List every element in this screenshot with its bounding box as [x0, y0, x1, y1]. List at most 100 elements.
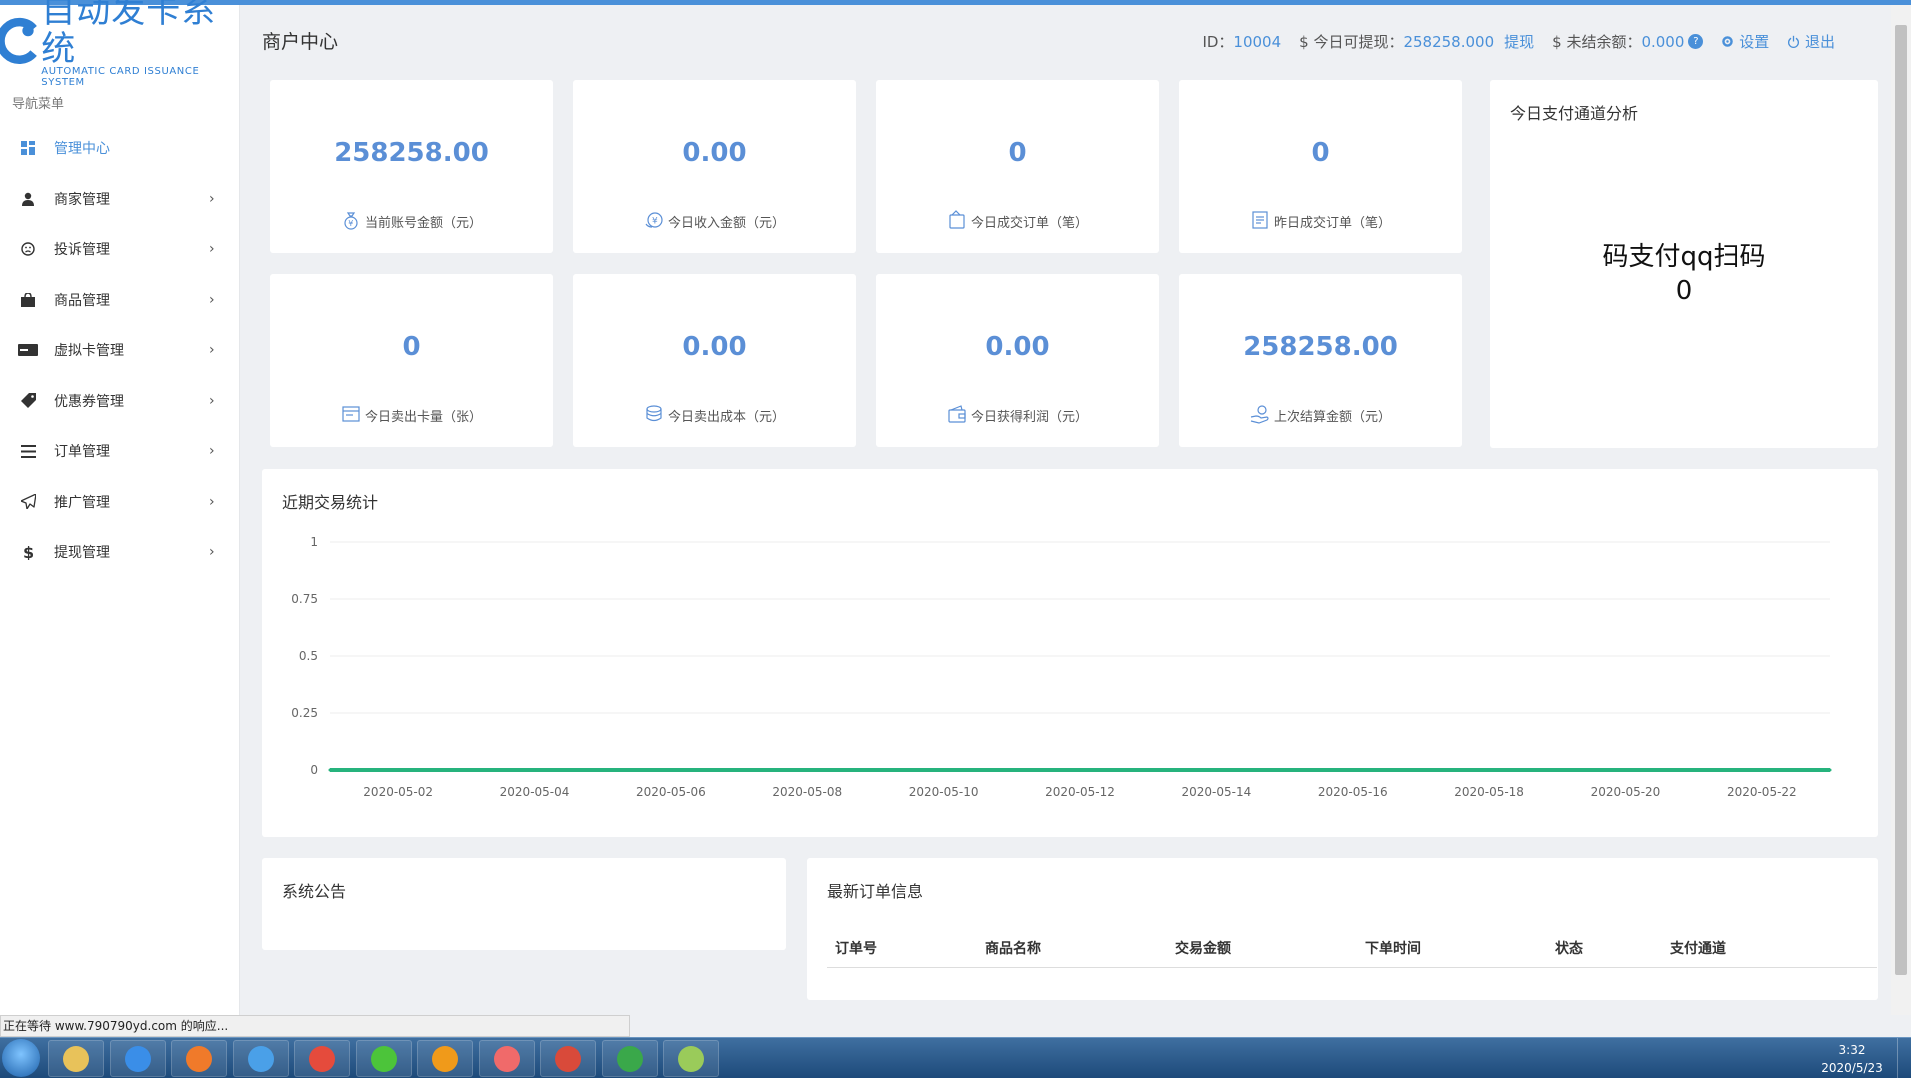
data-point[interactable] — [601, 768, 605, 772]
data-point[interactable] — [1214, 768, 1218, 772]
sidebar-item-label: 推广管理 — [54, 494, 110, 511]
data-point[interactable] — [1487, 768, 1491, 772]
data-point[interactable] — [1692, 768, 1696, 772]
taskbar-app[interactable] — [540, 1040, 596, 1077]
stat-value: 0 — [402, 332, 421, 362]
data-point[interactable] — [873, 768, 877, 772]
sidebar-item-1[interactable]: 商家管理 › — [0, 174, 239, 225]
data-point[interactable] — [1623, 768, 1627, 772]
sidebar-item-8[interactable]: $ 提现管理 › — [0, 527, 239, 578]
sidebar-item-2[interactable]: 投诉管理 › — [0, 224, 239, 275]
file-explorer-icon — [63, 1045, 89, 1072]
channel-name: 码支付qq扫码 — [1602, 242, 1766, 272]
notice-panel: 系统公告 — [262, 858, 786, 950]
taskbar-app[interactable] — [48, 1040, 104, 1077]
taskbar: 3:32 2020/5/23 — [0, 1037, 1911, 1078]
taskbar-app[interactable] — [663, 1040, 719, 1077]
taskbar-app[interactable] — [601, 1040, 658, 1077]
data-point[interactable] — [1351, 768, 1355, 772]
hand-coin-icon — [1250, 404, 1272, 426]
sidebar-item-4[interactable]: 虚拟卡管理 › — [0, 325, 239, 376]
sidebar-item-0[interactable]: 管理中心 — [0, 123, 239, 174]
data-point[interactable] — [1283, 768, 1287, 772]
coins-icon — [644, 404, 666, 426]
settings-button[interactable]: 设置 — [1721, 31, 1769, 52]
help-icon[interactable]: ? — [1688, 34, 1704, 49]
sidebar-item-label: 订单管理 — [54, 444, 110, 461]
scrollbar-thumb[interactable] — [1895, 25, 1907, 975]
payment-channel-panel: 今日支付通道分析 码支付qq扫码 0 — [1490, 80, 1878, 448]
orders-table-header: 订单号 商品名称 交易金额 下单时间 状态 支付通道 — [827, 928, 1877, 968]
orders-column-header[interactable]: 商品名称 — [977, 938, 1167, 958]
taskbar-app[interactable] — [417, 1040, 473, 1077]
y-tick-label: 0.25 — [291, 706, 318, 720]
x-tick-label: 2020-05-16 — [1318, 785, 1388, 799]
taskbar-app[interactable] — [171, 1040, 227, 1077]
logout-label: 退出 — [1804, 33, 1835, 51]
data-point[interactable] — [669, 768, 673, 772]
clock-time: 3:32 — [1838, 1042, 1866, 1057]
x-tick-label: 2020-05-12 — [1045, 785, 1115, 799]
360-browser-icon — [493, 1045, 520, 1072]
data-point[interactable] — [1555, 768, 1559, 772]
x-tick-label: 2020-05-22 — [1727, 785, 1797, 799]
taskbar-app[interactable] — [294, 1040, 350, 1077]
ie-icon — [124, 1045, 151, 1072]
chevron-right-icon: › — [209, 443, 215, 460]
taskbar-app[interactable] — [109, 1040, 166, 1077]
taskbar-app[interactable] — [478, 1040, 535, 1077]
show-desktop-button[interactable] — [1897, 1038, 1911, 1078]
logout-button[interactable]: 退出 — [1787, 31, 1835, 52]
page-scrollbar[interactable] — [1891, 5, 1911, 1015]
sidebar-item-3[interactable]: 商品管理 › — [0, 275, 239, 326]
data-point[interactable] — [737, 768, 741, 772]
data-point[interactable] — [1828, 768, 1832, 772]
data-point[interactable] — [1078, 768, 1082, 772]
notice-title: 系统公告 — [282, 882, 347, 901]
firefox-icon — [186, 1045, 212, 1072]
sidebar-item-label: 商品管理 — [54, 292, 110, 309]
orders-column-header[interactable]: 订单号 — [827, 938, 977, 958]
data-point[interactable] — [464, 768, 468, 772]
unsettled-value: 0.000 — [1641, 32, 1685, 51]
data-point[interactable] — [1760, 768, 1764, 772]
data-point[interactable] — [805, 768, 809, 772]
orders-column-header[interactable]: 状态 — [1547, 938, 1662, 958]
taskbar-app[interactable] — [355, 1040, 412, 1077]
start-button[interactable] — [2, 1039, 40, 1077]
sidebar-item-5[interactable]: 优惠券管理 › — [0, 376, 239, 427]
card-icon — [18, 340, 38, 360]
clock-date: 2020/5/23 — [1821, 1060, 1883, 1075]
data-point[interactable] — [1010, 768, 1014, 772]
sidebar-item-6[interactable]: 订单管理 › — [0, 426, 239, 477]
data-point[interactable] — [328, 768, 332, 772]
sidebar-item-label: 提现管理 — [54, 545, 110, 562]
withdraw-link[interactable]: 提现 — [1504, 31, 1534, 52]
data-point[interactable] — [533, 768, 537, 772]
taskbar-app[interactable] — [232, 1040, 289, 1077]
orders-panel: 最新订单信息 订单号 商品名称 交易金额 下单时间 状态 支付通道 — [807, 858, 1878, 1000]
stat-label: 今日卖出卡量（张） — [364, 409, 482, 425]
y-tick-label: 0.5 — [299, 649, 318, 663]
data-point[interactable] — [396, 768, 400, 772]
notepad-chart-icon — [678, 1045, 704, 1072]
orders-column-header[interactable]: 支付通道 — [1662, 938, 1842, 958]
card-icon — [341, 404, 363, 426]
user-icon — [18, 189, 38, 209]
chrome-icon — [309, 1045, 335, 1072]
stat-value: 258258.00 — [1243, 332, 1398, 362]
sidebar-item-label: 虚拟卡管理 — [54, 343, 124, 360]
orders-column-header[interactable]: 交易金额 — [1167, 938, 1357, 958]
chevron-right-icon: › — [209, 291, 215, 308]
sidebar-item-7[interactable]: 推广管理 › — [0, 477, 239, 528]
settings-label: 设置 — [1739, 33, 1770, 51]
clock[interactable]: 3:32 2020/5/23 — [1807, 1041, 1897, 1077]
stat-value: 258258.00 — [334, 138, 489, 168]
logo[interactable]: 自动发卡系统 AUTOMATIC CARD ISSUANCE SYSTEM — [0, 0, 239, 88]
data-point[interactable] — [1419, 768, 1423, 772]
data-point[interactable] — [1146, 768, 1150, 772]
sidebar-item-label: 管理中心 — [54, 141, 110, 158]
data-point[interactable] — [942, 768, 946, 772]
unsettled-label: $ 未结余额： — [1552, 33, 1642, 51]
orders-column-header[interactable]: 下单时间 — [1357, 938, 1547, 958]
